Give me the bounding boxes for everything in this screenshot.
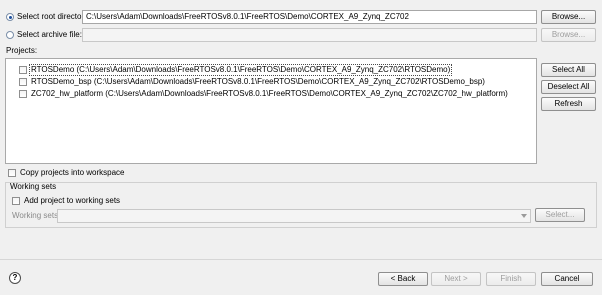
deselect-all-button[interactable]: Deselect All <box>541 80 596 94</box>
browse-archive-button[interactable]: Browse... <box>541 28 596 42</box>
root-directory-radio[interactable] <box>6 13 14 21</box>
project-item-rtosdemo[interactable]: RTOSDemo (C:\Users\Adam\Downloads\FreeRT… <box>19 64 453 76</box>
project-item-label: RTOSDemo (C:\Users\Adam\Downloads\FreeRT… <box>28 64 453 76</box>
project-item-label: RTOSDemo_bsp (C:\Users\Adam\Downloads\Fr… <box>31 77 485 86</box>
project-checkbox[interactable] <box>19 90 27 98</box>
refresh-button[interactable]: Refresh <box>541 97 596 111</box>
copy-projects-checkbox[interactable] <box>8 169 16 177</box>
project-item-label: ZC702_hw_platform (C:\Users\Adam\Downloa… <box>31 89 508 98</box>
project-item-zc702-hw-platform[interactable]: ZC702_hw_platform (C:\Users\Adam\Downloa… <box>19 89 508 100</box>
cancel-button[interactable]: Cancel <box>541 272 593 286</box>
browse-directory-button[interactable]: Browse... <box>541 10 596 24</box>
archive-file-label: Select archive file: <box>17 30 82 39</box>
dropdown-arrow-icon <box>521 214 527 218</box>
archive-file-input[interactable] <box>82 28 537 42</box>
project-checkbox[interactable] <box>19 66 27 74</box>
root-directory-input[interactable]: C:\Users\Adam\Downloads\FreeRTOSv8.0.1\F… <box>82 10 537 24</box>
add-to-working-sets-label: Add project to working sets <box>24 196 121 205</box>
project-item-rtosdemo-bsp[interactable]: RTOSDemo_bsp (C:\Users\Adam\Downloads\Fr… <box>19 77 485 88</box>
projects-label: Projects: <box>6 46 38 55</box>
add-to-working-sets-checkbox[interactable] <box>12 197 20 205</box>
next-button[interactable]: Next > <box>431 272 481 286</box>
project-checkbox[interactable] <box>19 78 27 86</box>
archive-file-radio[interactable] <box>6 31 14 39</box>
select-working-sets-button[interactable]: Select... <box>535 208 585 222</box>
root-directory-label: Select root directory: <box>17 12 91 21</box>
help-icon[interactable]: ? <box>9 272 21 284</box>
working-sets-combo[interactable] <box>57 209 531 223</box>
projects-list[interactable]: RTOSDemo (C:\Users\Adam\Downloads\FreeRT… <box>5 58 537 164</box>
back-button[interactable]: < Back <box>378 272 428 286</box>
working-sets-field-label: Working sets: <box>12 211 61 220</box>
select-all-button[interactable]: Select All <box>541 63 596 77</box>
finish-button[interactable]: Finish <box>486 272 536 286</box>
copy-projects-label: Copy projects into workspace <box>20 168 125 177</box>
